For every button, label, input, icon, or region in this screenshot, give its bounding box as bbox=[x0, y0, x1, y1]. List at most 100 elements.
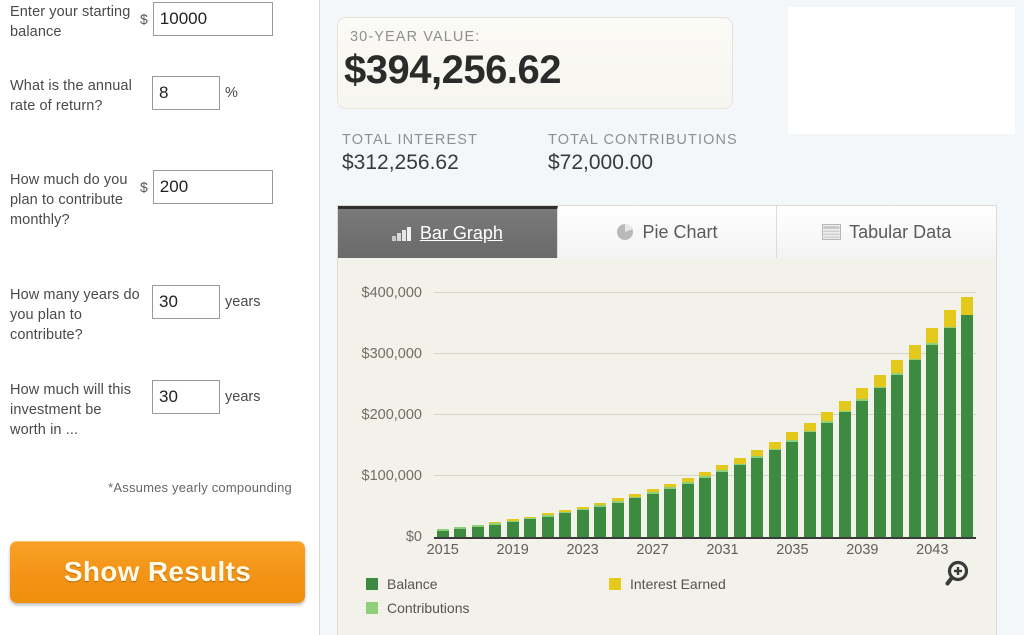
tab-label-pie-chart: Pie Chart bbox=[642, 221, 718, 242]
bar-segment-interest bbox=[873, 374, 886, 387]
y-axis-tick-label: $300,000 bbox=[361, 346, 422, 362]
bar-segment-balance bbox=[594, 506, 607, 537]
bar-graph-icon bbox=[391, 226, 412, 241]
bar-2031 bbox=[716, 465, 729, 537]
input-form-sidebar: Enter your starting balance $ What is th… bbox=[0, 0, 320, 635]
bar-segment-balance bbox=[699, 477, 711, 537]
bar-segment-balance bbox=[681, 483, 694, 537]
bar-chart: $0 $100,000 $200,000 $300,000 $400,000 2015 2… bbox=[338, 258, 996, 634]
tab-pie-chart[interactable]: Pie Chart bbox=[557, 206, 778, 258]
bar-series-group bbox=[434, 293, 976, 537]
bar-segment-balance bbox=[716, 471, 729, 537]
total-interest-value: $312,256.62 bbox=[342, 151, 459, 174]
field-label-annual-rate: What is the annual rate of return? bbox=[10, 78, 132, 114]
bar-segment-interest bbox=[891, 360, 904, 374]
starting-balance-input[interactable] bbox=[152, 2, 273, 36]
tab-tabular-data[interactable]: Tabular Data bbox=[777, 206, 997, 258]
bar-2042 bbox=[908, 344, 921, 537]
bar-2036 bbox=[803, 422, 816, 537]
bar-2025 bbox=[611, 498, 624, 537]
y-axis-tick-label: $0 bbox=[405, 529, 422, 545]
bar-2029 bbox=[681, 477, 694, 537]
tab-bar-graph[interactable]: Bar Graph bbox=[338, 206, 558, 258]
pie-chart-icon bbox=[616, 223, 634, 241]
calculator-app: Enter your starting balance $ What is th… bbox=[0, 0, 1024, 635]
years-horizon-input[interactable] bbox=[152, 380, 220, 414]
bar-segment-balance bbox=[821, 422, 834, 537]
bar-segment-balance bbox=[454, 528, 467, 537]
bar-2033 bbox=[751, 450, 764, 537]
total-contributions-label: TOTAL CONTRIBUTIONS bbox=[548, 132, 738, 148]
bar-segment-balance bbox=[576, 510, 589, 537]
field-label-monthly-contribution: How much do you plan to contribute month… bbox=[10, 172, 128, 228]
bar-segment-interest bbox=[803, 422, 816, 432]
years-suffix: years bbox=[225, 293, 261, 310]
legend-swatch-balance bbox=[366, 578, 378, 590]
bar-2028 bbox=[664, 483, 677, 537]
bar-segment-balance bbox=[803, 432, 816, 537]
bar-2039 bbox=[856, 388, 869, 537]
bar-segment-balance bbox=[541, 516, 554, 537]
field-label-starting-balance: Enter your starting balance bbox=[10, 4, 131, 40]
total-interest-stat: TOTAL INTEREST $312,256.62 bbox=[342, 132, 478, 175]
bar-2030 bbox=[699, 471, 711, 537]
bar-2021 bbox=[541, 513, 554, 537]
bar-2027 bbox=[646, 488, 659, 537]
y-axis-tick-label: $100,000 bbox=[361, 468, 422, 484]
x-axis-tick-label: 2023 bbox=[566, 542, 599, 558]
total-contributions-value: $72,000.00 bbox=[548, 151, 654, 174]
field-years-horizon: How much will this investment be worth i… bbox=[0, 380, 320, 440]
tab-label-tabular-data: Tabular Data bbox=[849, 221, 952, 242]
monthly-contribution-input[interactable] bbox=[152, 170, 273, 204]
legend-swatch-contributions bbox=[366, 602, 378, 614]
bar-segment-balance bbox=[489, 524, 502, 537]
bar-2037 bbox=[821, 412, 834, 537]
bar-2035 bbox=[786, 432, 799, 537]
bar-2017 bbox=[471, 524, 484, 537]
legend-item-balance: Balance bbox=[366, 576, 438, 592]
bar-2044 bbox=[943, 309, 956, 537]
show-results-button[interactable]: Show Results bbox=[10, 541, 305, 603]
ad-placeholder bbox=[788, 7, 1015, 134]
bar-2016 bbox=[454, 526, 467, 537]
bar-segment-balance bbox=[768, 449, 781, 537]
field-starting-balance: Enter your starting balance $ bbox=[0, 2, 320, 42]
currency-prefix: $ bbox=[140, 179, 148, 195]
x-axis-tick-label: 2019 bbox=[496, 542, 529, 558]
bar-segment-balance bbox=[506, 522, 519, 537]
field-label-years-contributing: How many years do you plan to contribute… bbox=[10, 287, 140, 343]
field-years-contributing: How many years do you plan to contribute… bbox=[0, 285, 320, 345]
bar-segment-balance bbox=[664, 488, 677, 537]
field-control-annual-rate: % bbox=[152, 76, 238, 110]
bar-2018 bbox=[489, 522, 502, 537]
bar-segment-balance bbox=[873, 388, 886, 537]
legend-swatch-interest bbox=[609, 578, 621, 590]
bar-segment-interest bbox=[768, 441, 781, 449]
x-axis-line bbox=[434, 537, 976, 539]
bar-segment-interest bbox=[961, 296, 974, 315]
bar-2020 bbox=[524, 516, 537, 537]
currency-prefix: $ bbox=[140, 11, 148, 27]
bar-2022 bbox=[559, 510, 572, 537]
tab-label-bar-graph: Bar Graph bbox=[419, 223, 503, 243]
bar-segment-balance bbox=[786, 441, 799, 537]
years-contributing-input[interactable] bbox=[152, 285, 220, 319]
annual-rate-input[interactable] bbox=[152, 76, 220, 110]
zoom-in-icon[interactable] bbox=[944, 558, 978, 592]
bar-2041 bbox=[891, 360, 904, 537]
total-interest-label: TOTAL INTEREST bbox=[342, 132, 478, 148]
bar-2045 bbox=[961, 296, 974, 537]
field-control-monthly-contribution: $ bbox=[140, 170, 273, 204]
chart-panel: Bar Graph Pie Chart Tabular Data $0 $100… bbox=[337, 205, 997, 635]
bar-2015 bbox=[436, 528, 449, 537]
x-axis-tick-label: 2035 bbox=[776, 542, 809, 558]
x-axis-tick-label: 2031 bbox=[706, 542, 739, 558]
bar-2026 bbox=[629, 493, 642, 537]
field-control-starting-balance: $ bbox=[140, 2, 273, 36]
x-axis-tick-label: 2015 bbox=[426, 542, 459, 558]
bar-segment-balance bbox=[629, 498, 642, 537]
total-contributions-stat: TOTAL CONTRIBUTIONS $72,000.00 bbox=[548, 132, 738, 175]
x-axis-tick-label: 2043 bbox=[916, 542, 949, 558]
bar-segment-balance bbox=[471, 526, 484, 537]
bar-segment-balance bbox=[524, 519, 537, 537]
